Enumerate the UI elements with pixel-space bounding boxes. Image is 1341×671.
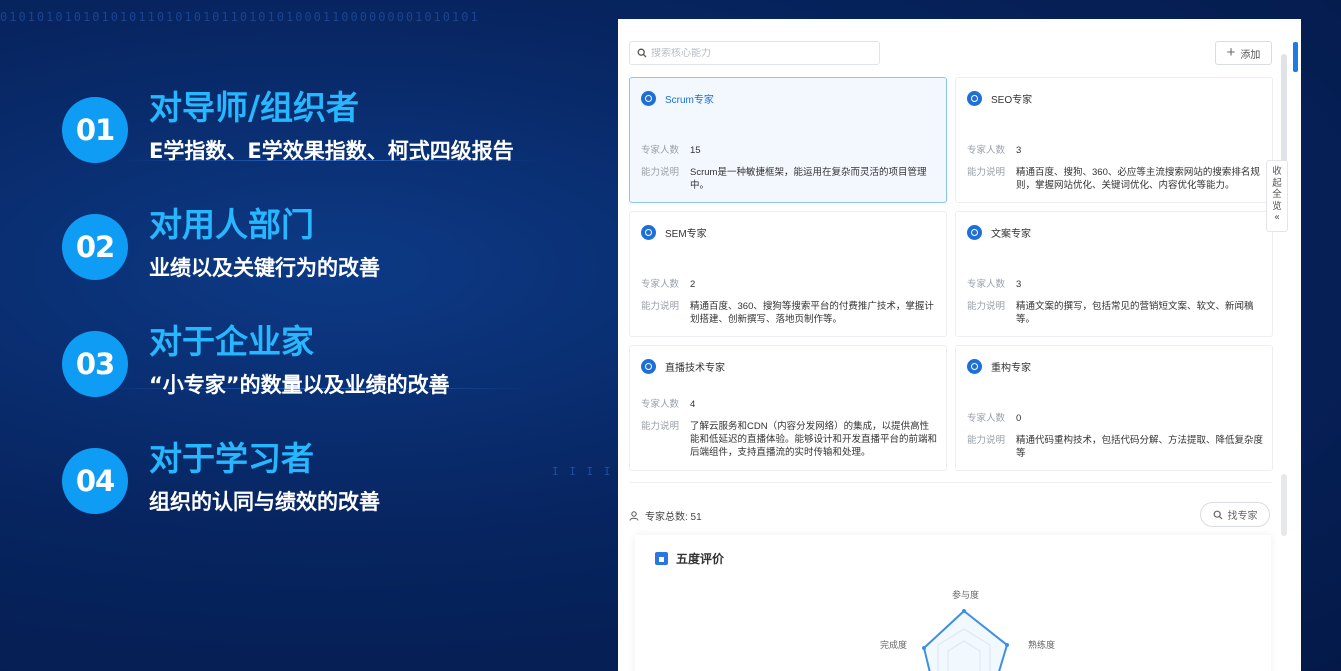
desc-label: 能力说明 (641, 421, 680, 432)
add-button-label: 添加 (1240, 49, 1261, 61)
expert-name: SEO专家 (991, 95, 1033, 106)
add-button[interactable]: + 添加 (1215, 41, 1272, 65)
side-indicator (1293, 42, 1298, 72)
desc-label: 能力说明 (641, 167, 680, 178)
radar-point (962, 609, 966, 613)
plus-icon: + (1226, 44, 1236, 61)
side-rail (1291, 19, 1301, 671)
expert-name: 文案专家 (991, 229, 1031, 240)
count-label: 专家人数 (967, 145, 1006, 156)
desc-label: 能力说明 (641, 301, 680, 312)
benefit-desc: 业绩以及关键行为的改善 (149, 256, 380, 280)
expert-card[interactable]: Scrum专家 专家人数 15 能力说明 Scrum是一种敏捷框架，能运用在复杂而灵… (629, 77, 947, 203)
radar-point (922, 646, 926, 650)
expert-card[interactable]: 文案专家 专家人数 3 能力说明 精通文案的撰写，包括常见的营销短文案、软文、新闻稿… (955, 211, 1273, 337)
expert-name: SEM专家 (665, 229, 707, 240)
collapse-char: 收 (1272, 166, 1282, 177)
expert-card[interactable]: SEM专家 专家人数 2 能力说明 精通百度、360、搜狗等搜索平台的付费推广技术，… (629, 211, 947, 337)
count-label: 专家人数 (641, 399, 680, 410)
search-icon (637, 48, 647, 58)
search-icon (1213, 510, 1222, 519)
find-expert-label: 找专家 (1227, 511, 1258, 522)
count-label: 专家人数 (641, 145, 680, 156)
list-scrollbar[interactable] (1281, 474, 1287, 536)
benefit-title: 对于企业家 (149, 322, 314, 361)
expert-desc: 精通文案的撰写，包括常见的营销短文案、软文、新闻稿等。 (1016, 301, 1254, 325)
expert-count: 4 (690, 399, 696, 410)
search-box[interactable] (629, 41, 880, 65)
expert-icon (967, 91, 982, 106)
expert-desc: 精通百度、360、搜狗等搜索平台的付费推广技术，掌握计划搭建、创新撰写、落地页制… (690, 301, 934, 325)
search-input[interactable] (647, 47, 851, 59)
benefit-list: 01 对导师/组织者 E学指数、E学效果指数、柯式四级报告 02 对用人部门 业… (62, 88, 622, 556)
collapse-overview-button[interactable]: 收 起 全 览 « (1266, 160, 1288, 232)
benefit-item: 03 对于企业家 “小专家”的数量以及业绩的改善 (62, 322, 622, 439)
expert-name: Scrum专家 (665, 95, 714, 106)
benefit-desc: E学指数、E学效果指数、柯式四级报告 (149, 139, 514, 163)
radar-point (1005, 643, 1009, 647)
expert-total: 专家总数: 51 (629, 508, 702, 523)
collapse-char: 全 (1272, 189, 1282, 200)
expert-icon (641, 359, 656, 374)
expert-panel: + 添加 Scrum专家 专家人数 15 能力说明 Scrum是一种敏捷框架，能运用… (618, 19, 1292, 671)
benefit-desc: 组织的认同与绩效的改善 (149, 490, 380, 514)
user-icon (629, 510, 639, 521)
expert-icon (967, 225, 982, 240)
number-badge: 04 (62, 448, 128, 514)
collapse-chevron-icon: « (1274, 212, 1280, 223)
collapse-char: 起 (1272, 177, 1282, 189)
expert-card[interactable]: 直播技术专家 专家人数 4 能力说明 了解云服务和CDN（内容分发网络）的集成，以提… (629, 345, 947, 471)
benefit-title: 对于学习者 (149, 439, 314, 478)
benefit-item: 01 对导师/组织者 E学指数、E学效果指数、柯式四级报告 (62, 88, 622, 205)
radar-axis-label: 参与度 (952, 589, 979, 600)
expert-total-label: 专家总数: 51 (645, 512, 702, 523)
number-badge: 01 (62, 97, 128, 163)
radar-chart: 参与度 熟练度 完成度 (880, 589, 1055, 671)
find-expert-button[interactable]: 找专家 (1200, 502, 1270, 527)
radar-card: 五度评价 参与度 熟练度 完成度 (635, 535, 1271, 671)
expert-name: 直播技术专家 (665, 363, 725, 374)
expert-desc: Scrum是一种敏捷框架，能运用在复杂而灵活的项目管理中。 (690, 167, 927, 191)
benefit-item: 02 对用人部门 业绩以及关键行为的改善 (62, 205, 622, 322)
expert-icon (641, 225, 656, 240)
expert-desc: 精通百度、搜狗、360、必应等主流搜索网站的搜索排名规则，掌握网站优化、关键词优… (1016, 167, 1260, 191)
expert-count: 3 (1016, 279, 1022, 290)
desc-label: 能力说明 (967, 167, 1006, 178)
expert-count: 15 (690, 145, 701, 156)
list-end-divider (629, 482, 1272, 489)
expert-count: 2 (690, 279, 696, 290)
expert-count: 3 (1016, 145, 1022, 156)
expert-card[interactable]: 重构专家 专家人数 0 能力说明 精通代码重构技术，包括代码分解、方法提取、降低复杂… (955, 345, 1273, 471)
radar-axis-label: 完成度 (880, 639, 907, 650)
count-label: 专家人数 (641, 279, 680, 290)
number-badge: 02 (62, 214, 128, 280)
benefit-title: 对导师/组织者 (149, 88, 360, 127)
radar-axis-label: 熟练度 (1028, 639, 1055, 650)
expert-count: 0 (1016, 413, 1022, 424)
expert-desc: 了解云服务和CDN（内容分发网络）的集成，以提供高性能和低延迟的直播体验。能够设… (690, 421, 938, 458)
benefit-title: 对用人部门 (149, 205, 314, 244)
collapse-char: 览 (1272, 200, 1282, 212)
desc-label: 能力说明 (967, 301, 1006, 312)
expert-card[interactable]: SEO专家 专家人数 3 能力说明 精通百度、搜狗、360、必应等主流搜索网站的搜索… (955, 77, 1273, 203)
expert-icon (641, 91, 656, 106)
background-binary-text: 0101010101010101101010101101010100011000… (0, 10, 480, 24)
radar-shape (922, 609, 1009, 671)
benefit-item: 04 对于学习者 组织的认同与绩效的改善 (62, 439, 622, 556)
desc-label: 能力说明 (967, 435, 1006, 446)
count-label: 专家人数 (967, 413, 1006, 424)
expert-icon (967, 359, 982, 374)
count-label: 专家人数 (967, 279, 1006, 290)
expert-desc: 精通代码重构技术，包括代码分解、方法提取、降低复杂度等 (1016, 435, 1264, 459)
benefit-desc: “小专家”的数量以及业绩的改善 (149, 373, 450, 397)
expert-name: 重构专家 (991, 363, 1031, 374)
number-badge: 03 (62, 331, 128, 397)
